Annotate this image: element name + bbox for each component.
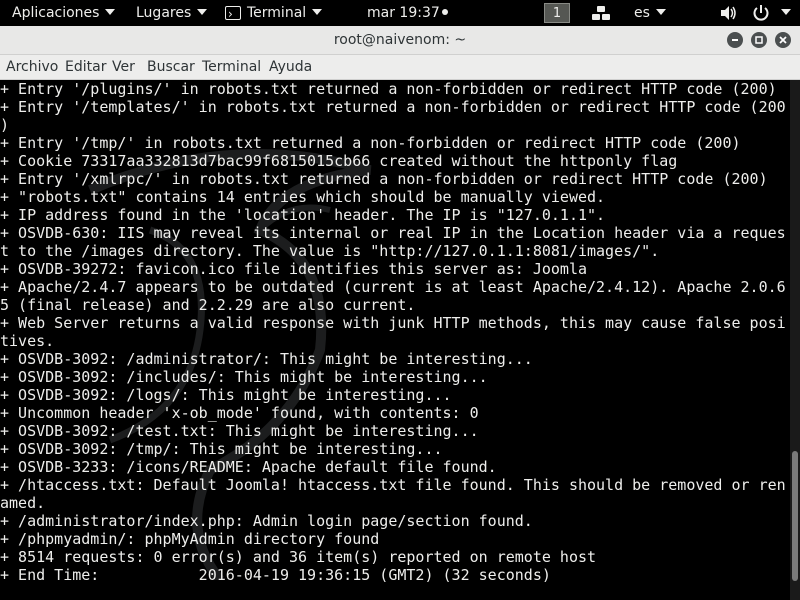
scrollbar-thumb[interactable] (792, 451, 798, 581)
app-menu-label: Terminal (247, 5, 307, 21)
chevron-down-icon (197, 9, 208, 15)
workspace-number: 1 (544, 3, 570, 23)
volume-icon (721, 6, 736, 20)
terminal-line: + Entry '/plugins/' in robots.txt return… (0, 80, 777, 98)
terminal-output[interactable]: + Entry '/plugins/' in robots.txt return… (0, 80, 790, 600)
terminal-line: t to the /images directory. The value is… (0, 242, 660, 260)
terminal-line: + 8514 requests: 0 error(s) and 36 item(… (0, 548, 597, 566)
maximize-icon (755, 36, 763, 44)
minimize-button[interactable] (727, 32, 743, 48)
terminal-line: + IP address found in the 'location' hea… (0, 206, 606, 224)
terminal-line: + OSVDB-3092: /test.txt: This might be i… (0, 422, 479, 440)
chevron-down-icon (655, 9, 666, 15)
menu-buscar[interactable]: Buscar (147, 55, 195, 79)
workspace-indicator[interactable]: 1 (544, 3, 570, 23)
terminal-line: + Entry '/tmp/' in robots.txt returned a… (0, 134, 741, 152)
terminal-scrollbar[interactable] (790, 80, 800, 600)
chevron-down-icon (312, 9, 323, 15)
top-panel: Aplicaciones Lugares Terminal mar 19:37 … (0, 0, 800, 27)
places-menu[interactable]: Lugares (136, 0, 208, 26)
menu-archivo[interactable]: Archivo (6, 55, 58, 79)
terminal-line: + Cookie 73317aa332813d7bac99f6815015cb6… (0, 152, 678, 170)
terminal-line: + Entry '/templates/' in robots.txt retu… (0, 98, 786, 116)
input-language[interactable]: es (634, 0, 666, 26)
terminal-line: + OSVDB-630: IIS may reveal its internal… (0, 224, 786, 242)
minimize-icon (732, 39, 738, 41)
places-label: Lugares (136, 5, 192, 21)
applications-label: Aplicaciones (12, 5, 100, 21)
close-icon (779, 36, 787, 44)
terminal-line: ) (0, 116, 10, 134)
window-titlebar[interactable]: root@naivenom: ~ (0, 26, 800, 55)
window-title: root@naivenom: ~ (333, 32, 467, 48)
chevron-down-icon (780, 9, 791, 15)
terminal-icon (225, 1, 241, 27)
clock[interactable]: mar 19:37 (367, 0, 448, 26)
terminal-line: + /phpmyadmin/: phpMyAdmin directory fou… (0, 530, 380, 548)
chevron-down-icon (105, 9, 116, 15)
terminal-line: + OSVDB-39272: favicon.ico file identifi… (0, 260, 587, 278)
terminal-line: + Web Server returns a valid response wi… (0, 314, 786, 332)
menu-editar[interactable]: Editar (65, 55, 106, 79)
terminal-line: + /htaccess.txt: Default Joomla! htacces… (0, 476, 786, 494)
power-icon (753, 5, 769, 21)
maximize-button[interactable] (751, 32, 767, 48)
language-label: es (634, 5, 650, 21)
menu-ver[interactable]: Ver (112, 55, 135, 79)
terminal-line: + Apache/2.4.7 appears to be outdated (c… (0, 278, 786, 296)
app-menu[interactable]: Terminal (225, 0, 323, 27)
menubar: Archivo Editar Ver Buscar Terminal Ayuda (0, 55, 800, 80)
terminal-line: + "robots.txt" contains 14 entries which… (0, 188, 606, 206)
terminal-line: + OSVDB-3092: /tmp/: This might be inter… (0, 440, 443, 458)
terminal-line: 5 (final release) and 2.2.29 are also cu… (0, 296, 416, 314)
terminal-line: + OSVDB-3092: /includes/: This might be … (0, 368, 488, 386)
menu-terminal[interactable]: Terminal (202, 55, 261, 79)
terminal-line: amed. (0, 494, 46, 512)
network-indicator[interactable] (592, 0, 610, 26)
clock-label: mar 19:37 (367, 5, 440, 21)
network-icon (592, 6, 610, 20)
notification-dot-icon (441, 9, 448, 15)
terminal-line: tives. (0, 332, 55, 350)
terminal-line: + OSVDB-3092: /administrator/: This migh… (0, 350, 533, 368)
terminal-lines: + Entry '/plugins/' in robots.txt return… (0, 80, 786, 584)
terminal-line: + OSVDB-3233: /icons/README: Apache defa… (0, 458, 497, 476)
terminal-line: + Uncommon header 'x-ob_mode' found, wit… (0, 404, 479, 422)
close-button[interactable] (775, 32, 791, 48)
menu-ayuda[interactable]: Ayuda (269, 55, 312, 79)
terminal-line: + /administrator/index.php: Admin login … (0, 512, 533, 530)
system-menu[interactable] (720, 0, 791, 26)
terminal-line: + OSVDB-3092: /logs/: This might be inte… (0, 386, 452, 404)
terminal-line: + End Time: 2016-04-19 19:36:15 (GMT2) (… (0, 566, 551, 584)
applications-menu[interactable]: Aplicaciones (12, 0, 116, 26)
terminal-line: + Entry '/xmlrpc/' in robots.txt returne… (0, 170, 768, 188)
